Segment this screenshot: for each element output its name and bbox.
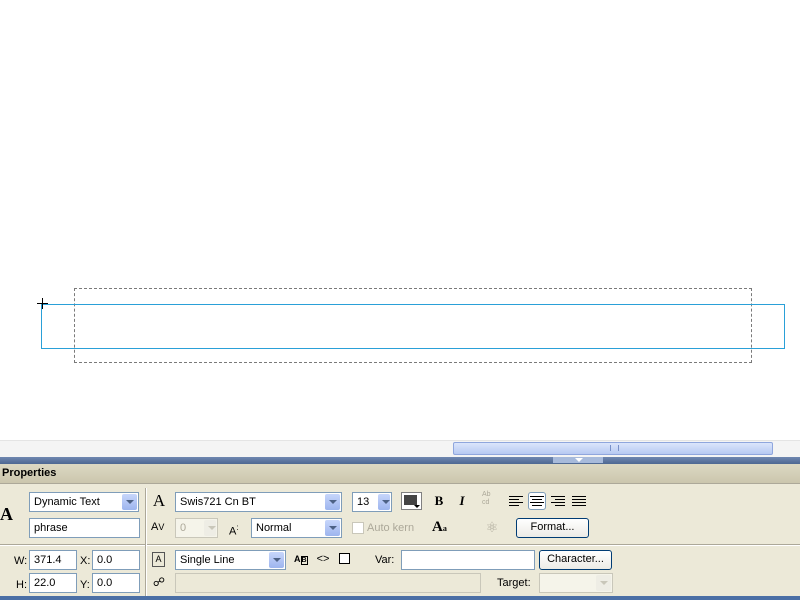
auto-kern-checkbox[interactable] <box>352 522 364 534</box>
char-position-select[interactable]: Normal <box>251 518 342 538</box>
width-input[interactable]: 371.4 <box>29 550 77 570</box>
text-type-value: Dynamic Text <box>34 496 100 508</box>
width-label: W: <box>14 555 28 567</box>
chevron-down-icon[interactable] <box>325 494 340 510</box>
stage-canvas[interactable] <box>0 0 800 440</box>
align-right-icon <box>551 496 565 506</box>
height-input[interactable]: 22.0 <box>29 573 77 593</box>
char-position-icon: A: <box>229 523 239 538</box>
text-type-select[interactable]: Dynamic Text <box>29 492 139 512</box>
color-fill <box>404 495 417 505</box>
bold-button[interactable]: B <box>432 493 446 509</box>
align-center-button[interactable] <box>528 492 546 510</box>
align-right-button[interactable] <box>549 492 567 510</box>
panel-bottom-border <box>0 596 800 600</box>
auto-kern-label: Auto kern <box>367 522 415 534</box>
font-icon: A <box>152 491 166 510</box>
char-position-value: Normal <box>256 522 292 534</box>
render-html-icon[interactable]: <> <box>316 552 330 566</box>
align-center-icon <box>530 496 544 506</box>
y-label: Y: <box>80 579 90 591</box>
chevron-down-icon <box>414 505 420 508</box>
format-button[interactable]: Format... <box>516 518 589 538</box>
y-input[interactable]: 0.0 <box>92 573 140 593</box>
collapse-arrow-icon <box>575 458 583 462</box>
link-icon: ☍ <box>152 575 166 589</box>
show-border-icon[interactable] <box>339 553 350 564</box>
letter-spacing-icon: AV <box>151 521 165 533</box>
panel-divider[interactable] <box>0 457 800 464</box>
properties-header[interactable] <box>0 464 800 484</box>
chevron-down-icon[interactable] <box>122 494 137 510</box>
line-type-value: Single Line <box>180 554 235 566</box>
chevron-down-icon[interactable] <box>378 494 390 510</box>
letter-spacing-select[interactable]: 0 <box>175 518 218 538</box>
x-input[interactable]: 0.0 <box>92 550 140 570</box>
dynamic-text-field[interactable] <box>41 304 785 349</box>
chevron-down-icon[interactable] <box>269 552 284 568</box>
font-family-select[interactable]: Swis721 Cn BT <box>175 492 342 512</box>
letter-spacing-value: 0 <box>180 522 187 534</box>
font-family-value: Swis721 Cn BT <box>180 496 256 508</box>
justify-button[interactable] <box>570 492 588 510</box>
divider <box>145 488 147 596</box>
divider <box>0 544 800 546</box>
url-input[interactable] <box>175 573 481 593</box>
italic-button[interactable]: I <box>455 493 469 509</box>
x-label: X: <box>80 555 91 567</box>
align-left-button[interactable] <box>507 492 525 510</box>
text-tool-icon: A <box>0 504 13 524</box>
scrollbar-grip-icon <box>610 445 619 451</box>
var-label: Var: <box>375 554 395 566</box>
height-label: H: <box>16 579 27 591</box>
character-button[interactable]: Character... <box>539 550 612 570</box>
registration-point-icon <box>37 298 48 309</box>
properties-title: Properties <box>2 467 57 479</box>
alias-text-icon[interactable]: Aa <box>432 518 450 536</box>
font-size-select[interactable]: 13 <box>352 492 392 512</box>
chevron-down-icon[interactable] <box>596 575 611 591</box>
var-input[interactable] <box>401 550 535 570</box>
line-type-select[interactable]: Single Line <box>175 550 286 570</box>
font-size-value: 13 <box>357 496 370 508</box>
instance-name-input[interactable]: phrase <box>29 518 140 538</box>
selectable-icon[interactable]: AB <box>294 552 310 566</box>
chevron-down-icon[interactable] <box>204 520 216 536</box>
chevron-down-icon[interactable] <box>325 520 340 536</box>
text-direction-icon[interactable]: Ab cd <box>482 491 502 509</box>
align-left-icon <box>509 496 523 506</box>
target-select[interactable] <box>539 573 613 593</box>
target-label: Target: <box>497 577 531 589</box>
edit-format-icon[interactable]: ⚛ <box>484 519 500 535</box>
text-color-swatch[interactable] <box>401 492 422 510</box>
line-type-icon: A <box>152 552 165 567</box>
justify-icon <box>572 496 586 506</box>
